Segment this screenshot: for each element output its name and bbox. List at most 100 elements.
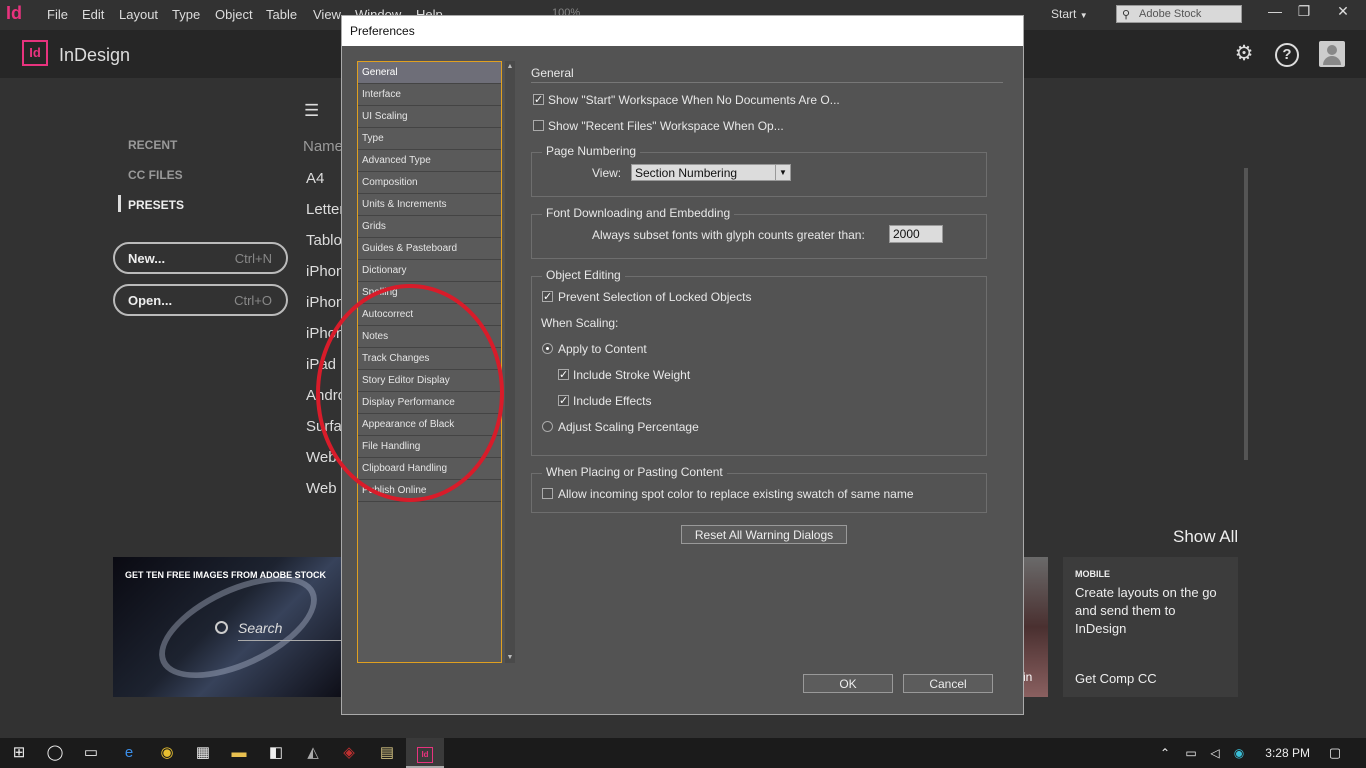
name-column-header[interactable]: Name xyxy=(303,138,343,155)
placing-title: When Placing or Pasting Content xyxy=(542,465,727,479)
store-icon[interactable]: ◧ xyxy=(257,738,295,768)
include-effects-checkbox[interactable]: ✓ xyxy=(558,395,569,407)
search-icon: ⚲ xyxy=(1122,9,1131,21)
app-name: InDesign xyxy=(59,45,131,65)
page-numbering-title: Page Numbering xyxy=(542,144,641,158)
show-recent-label: Show "Recent Files" Workspace When Op... xyxy=(548,119,784,133)
indesign-taskbar-icon[interactable]: Id xyxy=(406,738,444,768)
adobe-stock-card[interactable]: GET TEN FREE IMAGES FROM ADOBE STOCK Sea… xyxy=(113,557,348,697)
notifications-icon[interactable]: ▢ xyxy=(1320,738,1350,768)
help-icon[interactable]: ? xyxy=(1275,43,1299,67)
category-ui-scaling[interactable]: UI Scaling xyxy=(358,106,501,128)
stock-search-placeholder: Adobe Stock xyxy=(1139,8,1202,20)
workspace-label: Start xyxy=(1051,7,1077,21)
mobile-kicker: MOBILE xyxy=(1075,569,1110,579)
glyph-count-input[interactable]: 2000 xyxy=(889,225,943,243)
get-comp-link[interactable]: Get Comp CC xyxy=(1075,671,1157,686)
prevent-selection-checkbox[interactable]: ✓ xyxy=(542,291,553,303)
chrome-icon[interactable]: ◉ xyxy=(148,738,186,768)
show-all-link[interactable]: Show All xyxy=(1173,527,1238,547)
apply-to-content-radio[interactable] xyxy=(542,343,553,354)
annotation-circle xyxy=(316,284,504,502)
view-label: View: xyxy=(592,166,622,180)
list-item[interactable]: Web xyxy=(306,480,337,497)
list-view-icon[interactable]: ☰ xyxy=(304,101,319,121)
section-heading: General xyxy=(531,66,574,80)
open-button[interactable]: Open... Ctrl+O xyxy=(113,284,288,316)
category-interface[interactable]: Interface xyxy=(358,84,501,106)
category-composition[interactable]: Composition xyxy=(358,172,501,194)
file-explorer-icon[interactable]: ▬ xyxy=(220,738,258,768)
windows-start-icon[interactable]: ⊞ xyxy=(0,738,38,768)
menu-object[interactable]: Object xyxy=(215,7,253,22)
menu-edit[interactable]: Edit xyxy=(82,7,104,22)
app-icon[interactable]: ◭ xyxy=(294,738,332,768)
show-start-checkbox[interactable]: ✓ xyxy=(533,94,544,106)
tray-chevron-icon[interactable]: ⌃ xyxy=(1152,738,1178,768)
apply-to-content-label: Apply to Content xyxy=(558,342,647,356)
edge-icon[interactable]: e xyxy=(110,738,148,768)
prevent-selection-label: Prevent Selection of Locked Objects xyxy=(558,290,752,304)
scroll-down-icon[interactable]: ▼ xyxy=(505,654,515,661)
avatar[interactable] xyxy=(1319,41,1345,67)
new-button-label: New... xyxy=(128,251,166,266)
menu-layout[interactable]: Layout xyxy=(119,7,158,22)
nav-cc-files[interactable]: CC FILES xyxy=(128,168,183,182)
chevron-down-icon: ▼ xyxy=(1079,11,1088,20)
category-type[interactable]: Type xyxy=(358,128,501,150)
include-stroke-checkbox[interactable]: ✓ xyxy=(558,369,569,381)
clock[interactable]: 3:28 PM xyxy=(1265,746,1310,760)
close-button[interactable]: ✕ xyxy=(1322,0,1364,24)
restore-button[interactable]: ❐ xyxy=(1287,0,1321,24)
search-icon xyxy=(215,621,228,634)
ok-button[interactable]: OK xyxy=(803,674,893,693)
presets-scrollbar[interactable] xyxy=(1244,168,1248,460)
category-advanced-type[interactable]: Advanced Type xyxy=(358,150,501,172)
stock-card-title: GET TEN FREE IMAGES FROM ADOBE STOCK xyxy=(125,570,327,580)
allow-spot-color-checkbox[interactable] xyxy=(542,488,553,499)
cortana-icon[interactable]: ◯ xyxy=(36,738,74,768)
adobe-stock-search[interactable]: ⚲ Adobe Stock xyxy=(1116,5,1242,23)
category-dictionary[interactable]: Dictionary xyxy=(358,260,501,282)
task-view-icon[interactable]: ▭ xyxy=(72,738,110,768)
gear-icon[interactable]: ⚙ xyxy=(1232,43,1256,67)
active-nav-indicator xyxy=(118,195,121,212)
menu-view[interactable]: View xyxy=(313,7,341,22)
workspace-switcher[interactable]: Start ▼ xyxy=(1051,7,1088,21)
nav-recent[interactable]: RECENT xyxy=(128,138,177,152)
taskbar: ⊞ ◯ ▭ e ◉ ▦ ▬ ◧ ◭ ◈ ▤ Id ⌃ ▭ ◁ ◉ 3:28 PM… xyxy=(0,738,1366,768)
calculator-icon[interactable]: ▦ xyxy=(184,738,222,768)
nav-presets[interactable]: PRESETS xyxy=(128,198,184,212)
mobile-card[interactable]: MOBILE Create layouts on the go and send… xyxy=(1063,557,1238,697)
new-button[interactable]: New... Ctrl+N xyxy=(113,242,288,274)
volume-icon[interactable]: ◁ xyxy=(1202,738,1228,768)
category-scrollbar[interactable]: ▲ ▼ xyxy=(505,61,515,663)
category-grids[interactable]: Grids xyxy=(358,216,501,238)
object-editing-title: Object Editing xyxy=(542,268,625,282)
list-item[interactable]: A4 xyxy=(306,170,324,187)
category-general[interactable]: General xyxy=(358,62,501,84)
adjust-scaling-radio[interactable] xyxy=(542,421,553,432)
show-recent-checkbox[interactable] xyxy=(533,120,544,131)
category-guides-pasteboard[interactable]: Guides & Pasteboard xyxy=(358,238,501,260)
app-icon[interactable]: ◈ xyxy=(330,738,368,768)
menu-table[interactable]: Table xyxy=(266,7,297,22)
heading-divider xyxy=(531,82,1003,83)
menu-type[interactable]: Type xyxy=(172,7,200,22)
cancel-button[interactable]: Cancel xyxy=(903,674,993,693)
learn-card[interactable]: in xyxy=(1023,557,1048,697)
app-icon[interactable]: ▤ xyxy=(368,738,406,768)
scroll-up-icon[interactable]: ▲ xyxy=(505,63,515,70)
tray-app-icon[interactable]: ◉ xyxy=(1226,738,1252,768)
allow-spot-color-label: Allow incoming spot color to replace exi… xyxy=(558,487,914,501)
category-units-increments[interactable]: Units & Increments xyxy=(358,194,501,216)
list-item[interactable]: Letter xyxy=(306,201,344,218)
menu-file[interactable]: File xyxy=(47,7,68,22)
dialog-title[interactable]: Preferences xyxy=(342,16,1023,46)
reset-warning-dialogs-button[interactable]: Reset All Warning Dialogs xyxy=(681,525,847,544)
indesign-logo: Id xyxy=(22,40,48,66)
view-select[interactable]: Section Numbering ▼ xyxy=(631,164,791,181)
include-effects-label: Include Effects xyxy=(573,394,652,408)
search-underline xyxy=(238,640,348,641)
network-icon[interactable]: ▭ xyxy=(1178,738,1204,768)
